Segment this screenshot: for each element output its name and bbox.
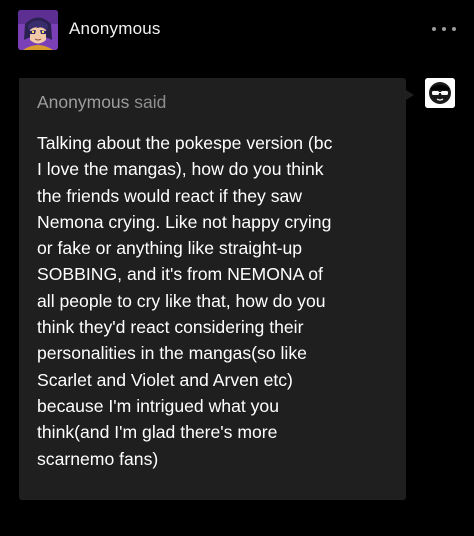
author-avatar-icon[interactable] [18, 10, 58, 50]
ask-body-text: Talking about the pokespe version (bc I … [37, 133, 333, 469]
author-name[interactable]: Anonymous [69, 19, 161, 39]
anonymous-sunglasses-icon [425, 78, 455, 108]
asker-name: Anonymous [37, 92, 130, 112]
ellipsis-horizontal-icon[interactable] [432, 22, 456, 36]
dot [432, 27, 436, 31]
ask-card: Anonymous said Talking about the pokespe… [19, 78, 414, 500]
dot [452, 27, 456, 31]
said-label: said [129, 92, 167, 112]
anime-character-avatar-icon [18, 10, 58, 50]
asker-line: Anonymous said [37, 92, 166, 113]
anonymous-avatar-graphic [425, 78, 455, 108]
dot [442, 27, 446, 31]
post-header: Anonymous [0, 0, 474, 62]
